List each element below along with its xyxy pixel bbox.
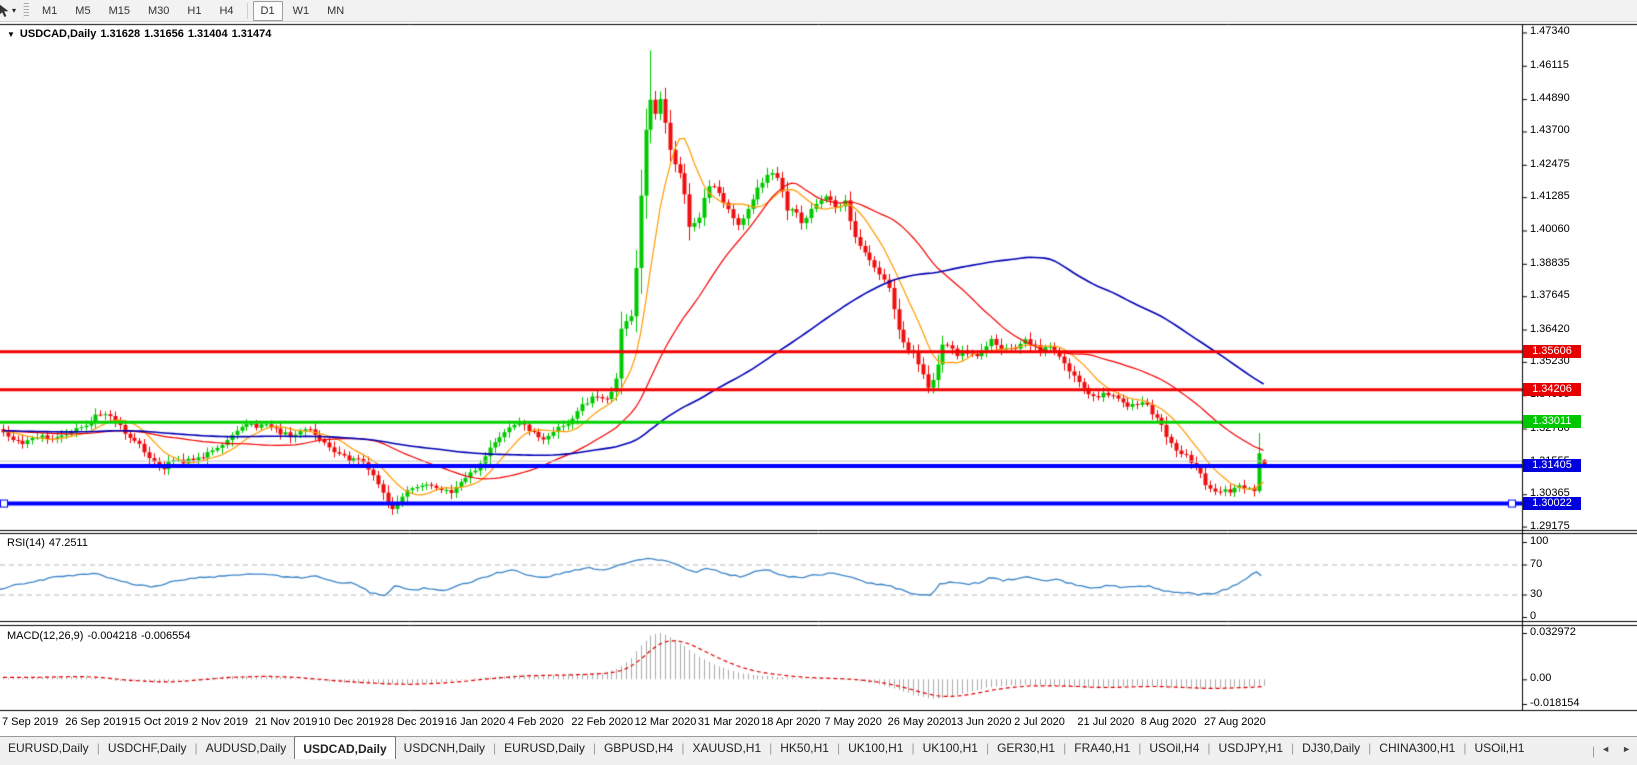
- price-axis-tick: 1.44890: [1530, 92, 1570, 105]
- price-axis-tick: 1.46115: [1530, 58, 1569, 71]
- rsi-indicator-label: RSI(14) 47.2511: [7, 537, 92, 549]
- price-level-label: 1.33011: [1523, 415, 1581, 429]
- date-axis-label: 31 Mar 2020: [697, 716, 760, 728]
- chart-tab-xauusd-h1[interactable]: XAUUSD,H1: [684, 737, 769, 758]
- timeframe-button-h1[interactable]: H1: [179, 1, 209, 21]
- chart-tab-dj30-daily[interactable]: DJ30,Daily: [1294, 737, 1368, 758]
- date-axis-label: 15 Oct 2019: [128, 716, 189, 728]
- timeframe-button-m15[interactable]: M15: [101, 1, 138, 21]
- macd-axis-tick: -0.018154: [1530, 697, 1580, 709]
- rsi-axis-tick: 100: [1530, 535, 1549, 547]
- tab-scroll-right-icon[interactable]: ►: [1616, 742, 1637, 756]
- toolbar-separator: [246, 2, 248, 19]
- price-level-label: 1.34206: [1523, 382, 1581, 396]
- chart-tab-eurusd-daily[interactable]: EURUSD,Daily: [0, 737, 97, 758]
- date-axis-label: 26 Sep 2019: [65, 716, 128, 728]
- quote-low: 1.31404: [187, 28, 228, 40]
- macd-value: -0.004218: [87, 630, 137, 642]
- date-axis-label: 26 May 2020: [887, 716, 952, 728]
- chart-tab-usdchf-daily[interactable]: USDCHF,Daily: [100, 737, 195, 758]
- timeframe-toolbar: ▾ M1 M5 M15 M30 H1 H4 D1 W1 MN: [0, 0, 1637, 22]
- rsi-value: 47.2511: [48, 537, 88, 549]
- timeframe-button-m30[interactable]: M30: [140, 1, 177, 21]
- cursor-arrow-icon: [0, 4, 9, 17]
- price-level-label: 1.35606: [1523, 344, 1581, 358]
- date-axis-label: 2 Jul 2020: [1014, 716, 1065, 728]
- date-axis-label: 16 Jan 2020: [444, 716, 506, 728]
- date-axis-label: 7 Sep 2019: [2, 716, 59, 728]
- price-axis-tick: 1.42475: [1530, 157, 1570, 170]
- timeframe-button-w1[interactable]: W1: [285, 1, 318, 21]
- chart-tab-uk100-h1[interactable]: UK100,H1: [915, 737, 986, 758]
- chart-tab-audusd-daily[interactable]: AUDUSD,Daily: [198, 737, 295, 758]
- rsi-axis-tick: 70: [1530, 557, 1543, 570]
- rsi-axis-tick: 0: [1530, 610, 1537, 622]
- price-axis-tick: 1.40060: [1530, 223, 1570, 236]
- chart-tab-usoil-h1[interactable]: USOil,H1: [1466, 737, 1532, 758]
- date-axis-label: 21 Nov 2019: [255, 716, 318, 728]
- timeframe-button-m1[interactable]: M1: [34, 1, 65, 21]
- chart-tab-bar: EURUSD,Daily | USDCHF,Daily | AUDUSD,Daily US…: [0, 736, 1637, 765]
- price-axis-tick: 1.37645: [1530, 289, 1570, 302]
- price-axis-tick: 1.29175: [1530, 519, 1570, 532]
- chart-title: ▼ USDCAD,Daily 1.31628 1.31656 1.31404 1.3147…: [7, 28, 275, 40]
- tab-scroll-buttons: | ◄ ►: [1592, 737, 1637, 761]
- price-axis-tick: 1.36420: [1530, 322, 1570, 335]
- date-axis-label: 4 Feb 2020: [508, 716, 564, 728]
- quote-close: 1.31474: [231, 28, 272, 40]
- trading-terminal-window: { "toolbar": { "cursor_tool_caret": "▾",…: [0, 0, 1637, 765]
- price-axis-tick: 1.47340: [1530, 25, 1570, 38]
- date-axis-label: 2 Nov 2019: [191, 716, 249, 728]
- chart-tab-hk50-h1[interactable]: HK50,H1: [772, 737, 837, 758]
- chart-tab-china300-h1[interactable]: CHINA300,H1: [1371, 737, 1463, 758]
- price-level-label: 1.31405: [1523, 458, 1581, 472]
- price-axis-tick: 1.41285: [1530, 190, 1570, 203]
- tab-scroll-left-icon[interactable]: ◄: [1595, 742, 1616, 756]
- cursor-tool-dropdown-icon[interactable]: ▾: [12, 6, 16, 15]
- macd-name: MACD(12,26,9): [7, 630, 84, 642]
- date-axis-label: 13 Jun 2020: [950, 716, 1012, 728]
- quote-high: 1.31656: [144, 28, 184, 40]
- price-axis-tick: 1.38835: [1530, 256, 1570, 269]
- chart-tab-gbpusd-h4[interactable]: GBPUSD,H4: [596, 737, 681, 758]
- macd-axis-tick: 0.00: [1530, 672, 1552, 685]
- date-axis-label: 27 Aug 2020: [1203, 716, 1266, 728]
- macd-signal-value: -0.006554: [140, 630, 191, 642]
- rsi-axis-tick: 30: [1530, 587, 1543, 600]
- macd-axis-tick: 0.032972: [1530, 626, 1576, 638]
- date-axis-label: 12 Mar 2020: [634, 716, 697, 728]
- date-axis-label: 8 Aug 2020: [1140, 716, 1197, 728]
- date-axis-label: 28 Dec 2019: [381, 716, 444, 728]
- price-level-label: 1.30022: [1523, 496, 1581, 510]
- rsi-name: RSI(14): [7, 537, 45, 549]
- macd-indicator-label: MACD(12,26,9) -0.004218 -0.006554: [7, 630, 195, 642]
- timeframe-button-h4[interactable]: H4: [211, 1, 241, 21]
- chart-tab-usdcnh-daily[interactable]: USDCNH,Daily: [396, 737, 493, 758]
- chart-tab-ger30-h1[interactable]: GER30,H1: [989, 737, 1063, 758]
- chart-tab-eurusd-daily[interactable]: EURUSD,Daily: [496, 737, 593, 758]
- timeframe-button-mn[interactable]: MN: [319, 1, 352, 21]
- quote-open: 1.31628: [100, 28, 141, 40]
- chart-tab-fra40-h1[interactable]: FRA40,H1: [1066, 737, 1138, 758]
- date-axis-label: 21 Jul 2020: [1077, 716, 1135, 728]
- timeframe-button-m5[interactable]: M5: [67, 1, 98, 21]
- timeframe-button-d1[interactable]: D1: [252, 0, 283, 21]
- date-axis-label: 18 Apr 2020: [761, 716, 821, 728]
- chart-canvas[interactable]: [0, 0, 1637, 765]
- date-axis-label: 7 May 2020: [824, 716, 882, 728]
- price-axis-tick: 1.43700: [1530, 124, 1570, 137]
- chart-tab-usoil-h4[interactable]: USOil,H4: [1141, 737, 1207, 758]
- chart-tab-uk100-h1[interactable]: UK100,H1: [840, 737, 911, 758]
- date-axis-label: 10 Dec 2019: [318, 716, 381, 728]
- cursor-tool-button[interactable]: ▾: [0, 0, 20, 21]
- toolbar-drag-handle[interactable]: [23, 3, 30, 18]
- chart-symbol-label: USDCAD,Daily: [19, 28, 97, 40]
- date-axis-label: 22 Feb 2020: [571, 716, 634, 728]
- chart-tab-usdcad-daily[interactable]: USDCAD,Daily: [294, 736, 396, 759]
- chart-tab-usdjpy-h1[interactable]: USDJPY,H1: [1211, 737, 1291, 758]
- symbol-dropdown-icon[interactable]: ▼: [7, 30, 15, 39]
